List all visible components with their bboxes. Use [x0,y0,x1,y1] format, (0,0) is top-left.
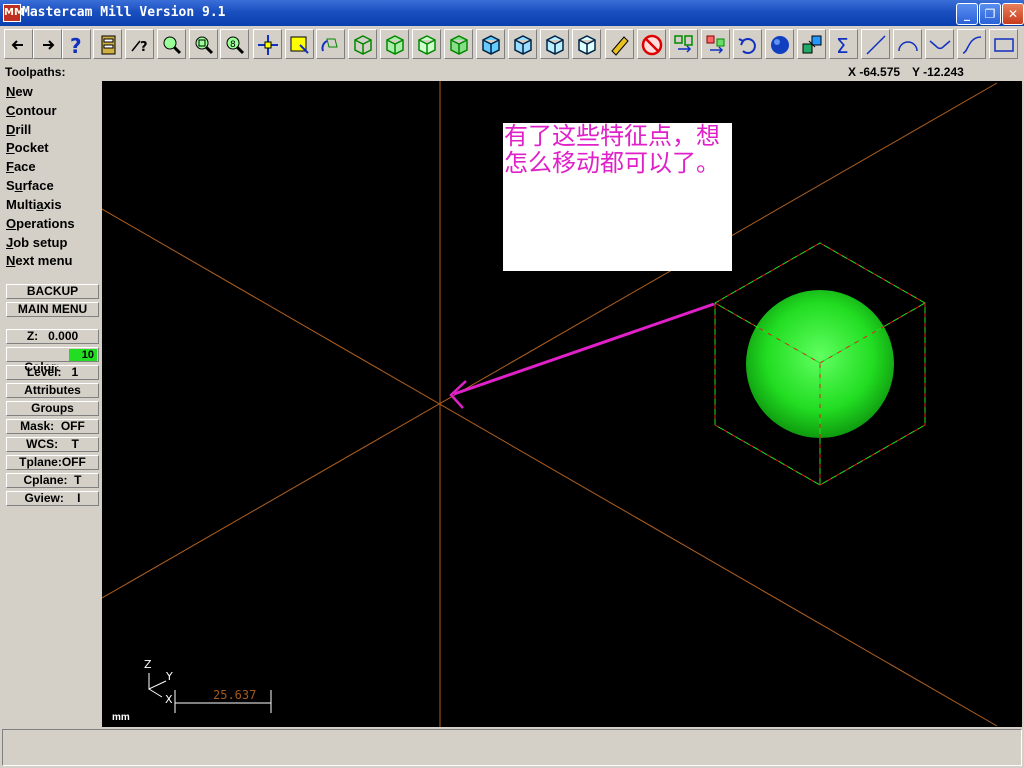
toolpaths-label: Toolpaths: [5,65,66,79]
mask-button[interactable]: Mask: OFF [6,419,99,434]
sphere-icon[interactable] [765,29,794,59]
zoom-window-icon[interactable] [157,29,186,59]
main-menu-panel: New Contour Drill Pocket Face Surface Mu… [2,82,101,727]
annotation-note: 有了这些特征点，想怎么移动都可以了。 [503,123,732,271]
scale-value: 25.637 [213,688,257,702]
app-icon: MM [3,4,24,22]
select-box-icon[interactable] [285,29,314,59]
view-box-icon[interactable] [572,29,601,59]
sum-icon[interactable]: Σ [829,29,858,59]
backup-button[interactable]: BACKUP [6,284,99,299]
level-button[interactable]: Level: 1 [6,365,99,380]
pointer-help-icon[interactable]: ? [125,29,154,59]
wcs-button[interactable]: WCS: T [6,437,99,452]
pan-icon[interactable] [253,29,282,59]
unit-label: mm [112,712,130,723]
window-title: Mastercam Mill Version 9.1 [22,5,226,20]
axis-y-label: Y [166,670,173,683]
minimize-button[interactable]: _ [956,3,978,25]
color-swatch: 10 [69,349,97,361]
undo-icon[interactable] [733,29,762,59]
menu-item-surface[interactable]: Surface [6,178,54,193]
view-shade-icon[interactable] [476,29,505,59]
svg-text:?: ? [140,40,148,55]
view-front-icon[interactable] [380,29,409,59]
menu-item-contour[interactable]: Contour [6,103,57,118]
back-arrow-icon[interactable] [4,29,33,59]
annotation-text: 有了这些特征点，想怎么移动都可以了。 [504,122,720,177]
menu-item-operations[interactable]: Operations [6,216,75,231]
groups-button[interactable]: Groups [6,401,99,416]
close-button[interactable]: ✕ [1002,3,1024,25]
cplane-button[interactable]: Cplane: T [6,473,99,488]
prompt-area [2,729,1022,766]
view-top-icon[interactable] [444,29,473,59]
color-button[interactable]: Color: 10 [6,347,99,374]
spline-icon[interactable] [957,29,986,59]
no-entry-icon[interactable] [637,29,666,59]
arrow-line [453,302,715,396]
transform-1-icon[interactable] [669,29,698,59]
line-icon[interactable] [861,29,890,59]
menu-item-face[interactable]: Face [6,159,36,174]
config-icon[interactable] [93,29,122,59]
menu-item-new[interactable]: New [6,84,33,99]
axis-triad [148,673,167,698]
menu-item-multiaxis[interactable]: Multiaxis [6,197,62,212]
maximize-button[interactable]: ❐ [979,3,1001,25]
zoom-in-icon[interactable] [189,29,218,59]
arc-icon[interactable] [893,29,922,59]
view-iso-icon[interactable] [348,29,377,59]
status-row: Toolpaths: X -64.575 Y -12.243 [0,64,1024,81]
cursor-y-readout: Y -12.243 [912,65,964,79]
axis-x-label: X [165,693,173,706]
cursor-x-readout: X -64.575 [848,65,901,79]
menu-item-job-setup[interactable]: Job setup [6,235,67,250]
forward-arrow-icon[interactable] [33,29,62,59]
menu-item-next-menu[interactable]: Next menu [6,253,72,268]
menu-item-drill[interactable]: Drill [6,122,31,137]
menu-item-pocket[interactable]: Pocket [6,140,49,155]
svg-text:?: ? [70,34,82,57]
toolbar: ? ? 8 Σ [0,26,1024,65]
view-hidden-icon[interactable] [540,29,569,59]
graphics-viewport[interactable]: 有了这些特征点，想怎么移动都可以了。 Z Y X 25.637 mm [102,81,1022,727]
axis-diagonal-a [102,208,998,727]
rectangle-icon[interactable] [989,29,1018,59]
axis-z-label: Z [144,658,152,671]
svg-text:Σ: Σ [836,34,849,57]
svg-text:8: 8 [230,40,236,50]
eraser-icon[interactable] [605,29,634,59]
view-wire-icon[interactable] [508,29,537,59]
attributes-button[interactable]: Attributes [6,383,99,398]
transform-2-icon[interactable] [701,29,730,59]
layers-icon[interactable] [797,29,826,59]
view-side-icon[interactable] [412,29,441,59]
rotate-icon[interactable] [316,29,345,59]
zoom-out-icon[interactable]: 8 [220,29,249,59]
gview-button[interactable]: Gview: I [6,491,99,506]
title-bar: MM Mastercam Mill Version 9.1 _ ❐ ✕ [0,0,1024,26]
main-menu-button[interactable]: MAIN MENU [6,302,99,317]
z-depth-button[interactable]: Z: 0.000 [6,329,99,344]
help-icon[interactable]: ? [62,29,91,59]
fillet-icon[interactable] [925,29,954,59]
arrow-head [449,380,467,409]
tplane-button[interactable]: Tplane:OFF [6,455,99,470]
